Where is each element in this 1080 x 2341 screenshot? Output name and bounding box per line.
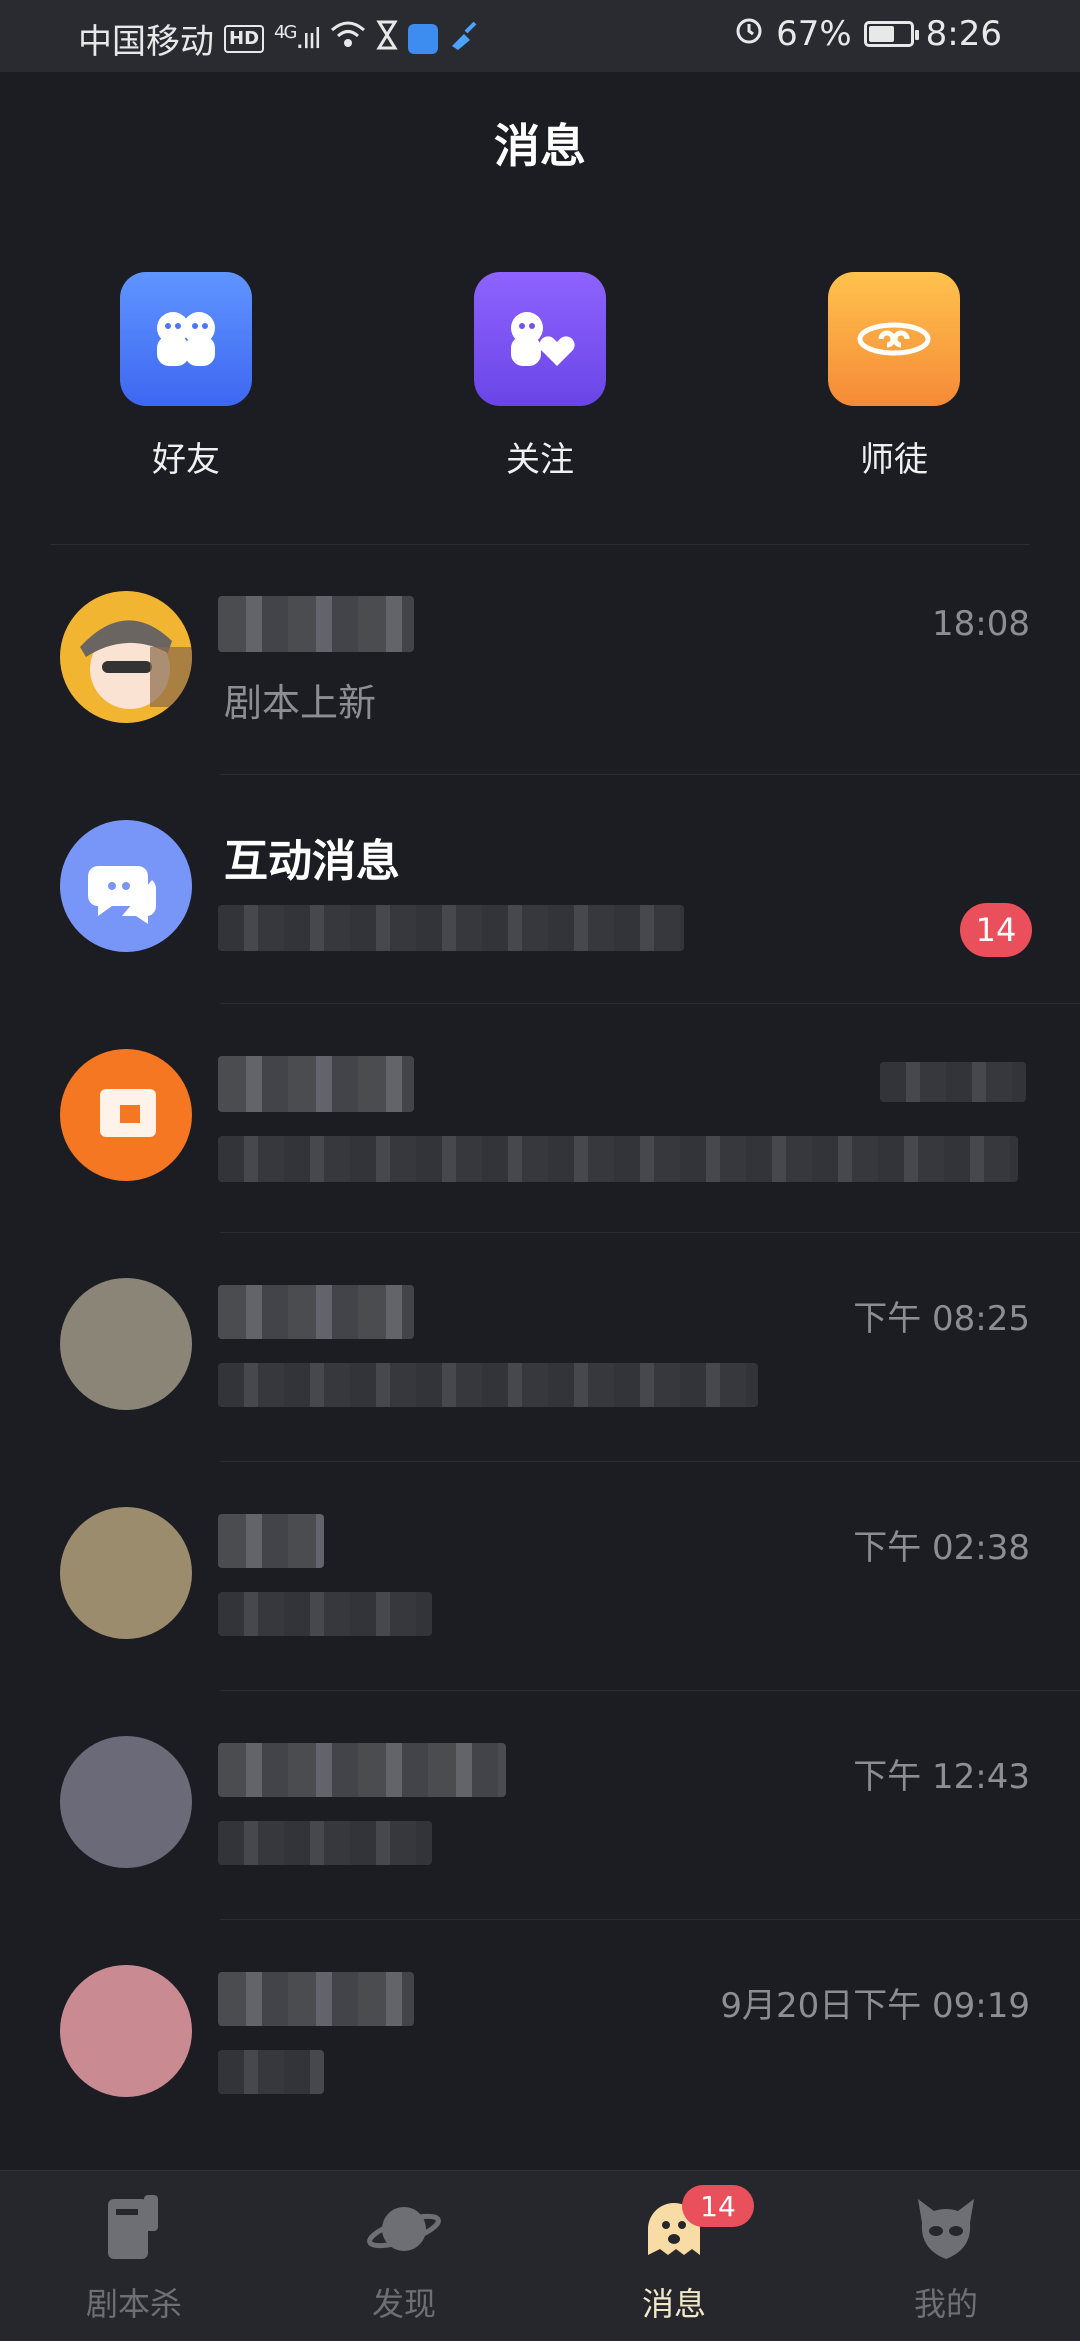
tab-discover[interactable]: 发现 <box>314 2189 494 2325</box>
message-row[interactable]: 互动消息 14 <box>0 775 1080 1004</box>
tab-label: 消息 <box>641 2285 706 2323</box>
redacted-name <box>218 1056 414 1112</box>
shortcut-row: 好友 关注 师徒 <box>0 272 1080 492</box>
planet-icon <box>364 2189 444 2269</box>
status-right: 67% 8:26 <box>734 14 1002 54</box>
avatar <box>60 1049 192 1181</box>
redacted-name <box>218 1285 414 1339</box>
follow-heart-icon <box>474 272 606 406</box>
interaction-avatar <box>60 820 192 952</box>
message-time: 下午 08:25 <box>853 1299 1030 1339</box>
network-type: 4G.ııl <box>274 22 322 55</box>
tab-label: 发现 <box>371 2285 436 2323</box>
shortcut-label: 关注 <box>506 440 574 480</box>
tab-label: 剧本杀 <box>85 2285 182 2323</box>
message-list: 剧本上新 18:08 互动消息 14 下午 08:25 下午 02:38 下午 … <box>0 546 1080 2149</box>
avatar <box>60 591 192 723</box>
shortcut-follow[interactable]: 关注 <box>440 272 640 481</box>
message-row[interactable] <box>0 1004 1080 1233</box>
shortcut-mentor[interactable]: 师徒 <box>794 272 994 481</box>
redacted-name <box>218 1514 324 1568</box>
shortcut-label: 好友 <box>152 440 220 480</box>
message-time: 下午 02:38 <box>853 1528 1030 1568</box>
message-row[interactable]: 下午 08:25 <box>0 1233 1080 1462</box>
carrier-name: 中国移动 <box>78 22 214 62</box>
redacted-name <box>218 1972 414 2026</box>
redacted-preview <box>218 1592 432 1636</box>
message-row[interactable]: 9月20日下午 09:19 <box>0 1920 1080 2149</box>
redacted-preview <box>218 1136 1018 1182</box>
hourglass-icon <box>375 19 398 59</box>
tab-profile[interactable]: 我的 <box>856 2189 1036 2325</box>
unread-badge: 14 <box>960 903 1032 957</box>
script-book-icon <box>94 2189 174 2269</box>
alarm-icon <box>734 14 764 54</box>
message-row[interactable]: 下午 12:43 <box>0 1691 1080 1920</box>
message-row[interactable]: 剧本上新 18:08 <box>0 546 1080 775</box>
shortcut-friends[interactable]: 好友 <box>86 272 286 481</box>
tab-label: 我的 <box>913 2285 978 2323</box>
section-divider <box>50 544 1030 545</box>
redacted-name <box>218 1743 506 1797</box>
page-title: 消息 <box>494 119 586 173</box>
battery-percent: 67% <box>776 14 852 54</box>
shortcut-label: 师徒 <box>860 440 928 480</box>
avatar <box>60 1278 192 1410</box>
sender-name: 互动消息 <box>224 836 400 887</box>
friends-icon <box>120 272 252 406</box>
message-time: 下午 12:43 <box>853 1757 1030 1797</box>
battery-level <box>868 26 894 42</box>
message-time: 9月20日下午 09:19 <box>720 1986 1030 2026</box>
status-left: 中国移动 HD 4G.ııl <box>78 14 478 63</box>
redacted-preview <box>218 1821 432 1865</box>
avatar <box>60 1965 192 2097</box>
message-preview: 剧本上新 <box>224 681 377 725</box>
redacted-preview <box>218 905 684 951</box>
bottom-tab-bar: 剧本杀 发现 消息 14 我的 <box>0 2170 1080 2341</box>
wifi-icon <box>330 19 366 59</box>
message-row[interactable]: 下午 02:38 <box>0 1462 1080 1691</box>
avatar <box>60 1507 192 1639</box>
message-time: 18:08 <box>932 604 1030 644</box>
tab-script[interactable]: 剧本杀 <box>44 2189 224 2325</box>
avatar <box>60 1736 192 1868</box>
broom-icon <box>448 19 478 59</box>
battery-icon <box>863 21 919 47</box>
tab-unread-badge: 14 <box>682 2185 754 2227</box>
alien-face-icon <box>906 2189 986 2269</box>
redacted-name <box>218 596 414 652</box>
redacted-preview <box>218 2050 324 2094</box>
redacted-preview <box>218 1363 758 1407</box>
hd-indicator: HD <box>224 24 265 53</box>
cloud-app-icon <box>407 23 438 54</box>
cloud-swirl-icon <box>828 272 960 406</box>
redacted-time <box>880 1062 1026 1102</box>
status-bar: 中国移动 HD 4G.ııl 67% 8:26 <box>0 0 1080 72</box>
clock-time: 8:26 <box>925 14 1002 54</box>
